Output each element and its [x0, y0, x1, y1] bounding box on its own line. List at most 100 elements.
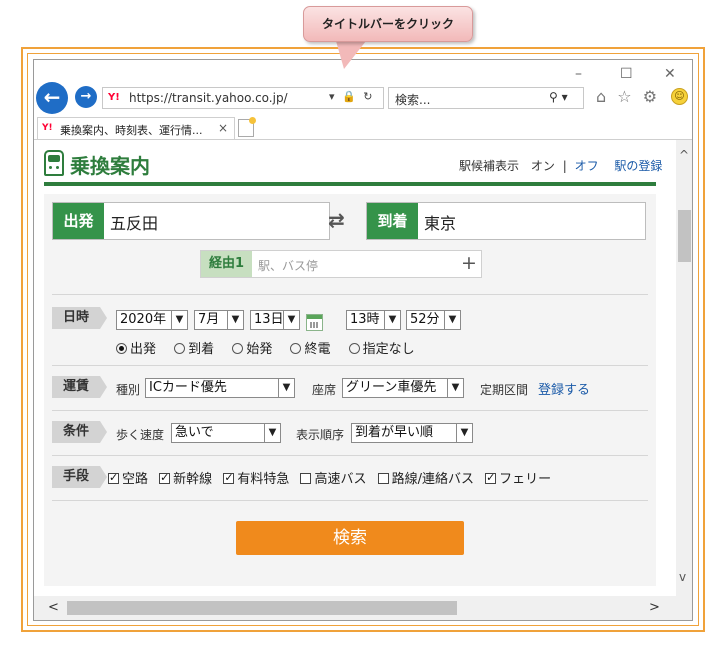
day-select[interactable]: 13日 ▼	[250, 310, 300, 330]
commuter-register-link[interactable]: 登録する	[538, 379, 590, 398]
hour-select[interactable]: 13時 ▼	[346, 310, 401, 330]
minimize-button[interactable]: –	[575, 66, 582, 82]
scroll-up-icon[interactable]: ^	[679, 148, 689, 162]
checkbox-label: 路線/連絡バス	[391, 472, 475, 487]
url-text[interactable]: https://transit.yahoo.co.jp/	[129, 91, 288, 105]
checkbox-highway-bus[interactable]: 高速バス	[300, 468, 366, 487]
minute-select[interactable]: 52分 ▼	[406, 310, 461, 330]
scroll-left-icon[interactable]: <	[48, 600, 59, 615]
from-station-value[interactable]: 五反田	[110, 210, 158, 234]
radio-mark	[290, 343, 302, 354]
maximize-button[interactable]: ☐	[620, 66, 633, 82]
feedback-smiley-icon[interactable]: ☺	[671, 88, 688, 105]
radio-mark	[232, 343, 244, 354]
radio-mark	[174, 343, 186, 354]
checkbox-checked	[485, 471, 497, 484]
hour-value: 13時	[350, 312, 380, 327]
minute-value: 52分	[410, 312, 440, 327]
browser-tab[interactable]: Y! 乗換案内、時刻表、運行情... ×	[37, 117, 235, 139]
chevron-down-icon: ▼	[447, 379, 463, 397]
chevron-down-icon: ▼	[444, 311, 460, 329]
new-tab-button[interactable]	[238, 117, 256, 137]
checkbox-label: 有料特急	[237, 472, 290, 487]
radio-label: 到着	[188, 342, 215, 357]
back-button[interactable]: ←	[36, 82, 68, 114]
seat-value: グリーン車優先	[346, 380, 437, 395]
radio-first-train[interactable]: 始発	[232, 338, 272, 357]
year-select[interactable]: 2020年 ▼	[116, 310, 188, 330]
site-title[interactable]: 乗換案内	[70, 150, 150, 179]
browser-window: – ☐ ✕ ← → Y! https://transit.yahoo.co.jp…	[33, 59, 693, 621]
site-header: 乗換案内 駅候補表示 オン | オフ 駅の登録	[44, 148, 662, 180]
header-options: 駅候補表示 オン | オフ 駅の登録	[459, 157, 662, 174]
radio-departure[interactable]: 出発	[116, 338, 156, 357]
address-bar[interactable]: Y! https://transit.yahoo.co.jp/ ▾ 🔒 ↻	[102, 87, 384, 109]
close-button[interactable]: ✕	[664, 66, 676, 82]
chevron-down-icon: ▼	[227, 311, 243, 329]
favorites-star-icon[interactable]: ☆	[617, 87, 631, 106]
month-select[interactable]: 7月 ▼	[194, 310, 244, 330]
radio-label: 出発	[130, 342, 157, 357]
checkbox-route-bus[interactable]: 路線/連絡バス	[377, 468, 475, 487]
commuter-label: 定期区間	[480, 383, 529, 397]
fare-label: 運賃	[52, 376, 107, 398]
divider	[52, 455, 648, 456]
radio-last-train[interactable]: 終電	[290, 338, 330, 357]
to-station-value[interactable]: 東京	[424, 210, 456, 234]
tab-favicon-icon: Y!	[42, 123, 53, 133]
scroll-right-icon[interactable]: >	[649, 600, 660, 615]
new-tab-icon	[249, 117, 256, 124]
forward-button[interactable]: →	[75, 86, 97, 108]
radio-unspecified[interactable]: 指定なし	[348, 338, 415, 357]
walk-speed-select[interactable]: 急いで ▼	[171, 423, 281, 443]
calendar-icon[interactable]	[306, 314, 323, 331]
condition-label: 条件	[52, 421, 107, 443]
vertical-scroll-thumb[interactable]	[678, 210, 691, 262]
radio-mark-selected	[116, 343, 127, 354]
divider	[52, 294, 648, 295]
checkbox-unchecked	[377, 473, 389, 484]
checkbox-label: フェリー	[499, 472, 552, 487]
checkbox-label: 新幹線	[173, 472, 213, 487]
address-bar-icons[interactable]: ▾ 🔒 ↻	[329, 90, 374, 103]
settings-gear-icon[interactable]: ⚙	[643, 87, 657, 106]
fare-type-select[interactable]: ICカード優先 ▼	[145, 378, 295, 398]
checkbox-checked	[223, 471, 235, 484]
seat-label: 座席	[312, 383, 337, 397]
horizontal-scroll-thumb[interactable]	[67, 601, 457, 615]
tab-close-icon[interactable]: ×	[218, 121, 228, 135]
divider	[52, 365, 648, 366]
checkbox-air[interactable]: 空路	[108, 468, 148, 487]
checkbox-unchecked	[300, 473, 312, 484]
checkbox-label: 高速バス	[314, 472, 367, 487]
checkbox-ferry[interactable]: フェリー	[485, 468, 551, 487]
swap-stations-icon[interactable]: ⇄	[328, 208, 345, 232]
via-station-field[interactable]: 経由1 駅、バス停 +	[200, 250, 482, 278]
seat-select[interactable]: グリーン車優先 ▼	[342, 378, 464, 398]
station-register-link[interactable]: 駅の登録	[614, 159, 662, 173]
sort-label: 表示順序	[296, 428, 345, 442]
search-button[interactable]: 検索	[236, 521, 464, 555]
via-label: 経由1	[201, 251, 252, 277]
vertical-scrollbar[interactable]: ^ v	[676, 140, 692, 596]
radio-arrival[interactable]: 到着	[174, 338, 214, 357]
chevron-down-icon: ▼	[283, 311, 299, 329]
scroll-down-icon[interactable]: v	[679, 570, 686, 584]
radio-label: 始発	[246, 342, 273, 357]
checkbox-shinkansen[interactable]: 新幹線	[159, 468, 212, 487]
sort-select[interactable]: 到着が早い順 ▼	[351, 423, 473, 443]
chevron-down-icon: ▼	[456, 424, 472, 442]
add-via-icon[interactable]: +	[461, 252, 477, 274]
to-station-field[interactable]: 到着 東京	[366, 202, 646, 240]
divider	[52, 500, 648, 501]
search-icon[interactable]: ⚲ ▾	[549, 90, 568, 104]
from-station-field[interactable]: 出発 五反田	[52, 202, 330, 240]
radio-label: 指定なし	[362, 342, 415, 357]
to-label: 到着	[367, 203, 418, 239]
browser-search-box[interactable]: 検索... ⚲ ▾	[388, 87, 584, 109]
home-icon[interactable]: ⌂	[596, 87, 606, 106]
suggest-off-link[interactable]: オフ	[575, 159, 599, 173]
checkbox-limited-express[interactable]: 有料特急	[223, 468, 289, 487]
horizontal-scrollbar[interactable]: < >	[34, 596, 692, 620]
checkbox-label: 空路	[122, 472, 149, 487]
